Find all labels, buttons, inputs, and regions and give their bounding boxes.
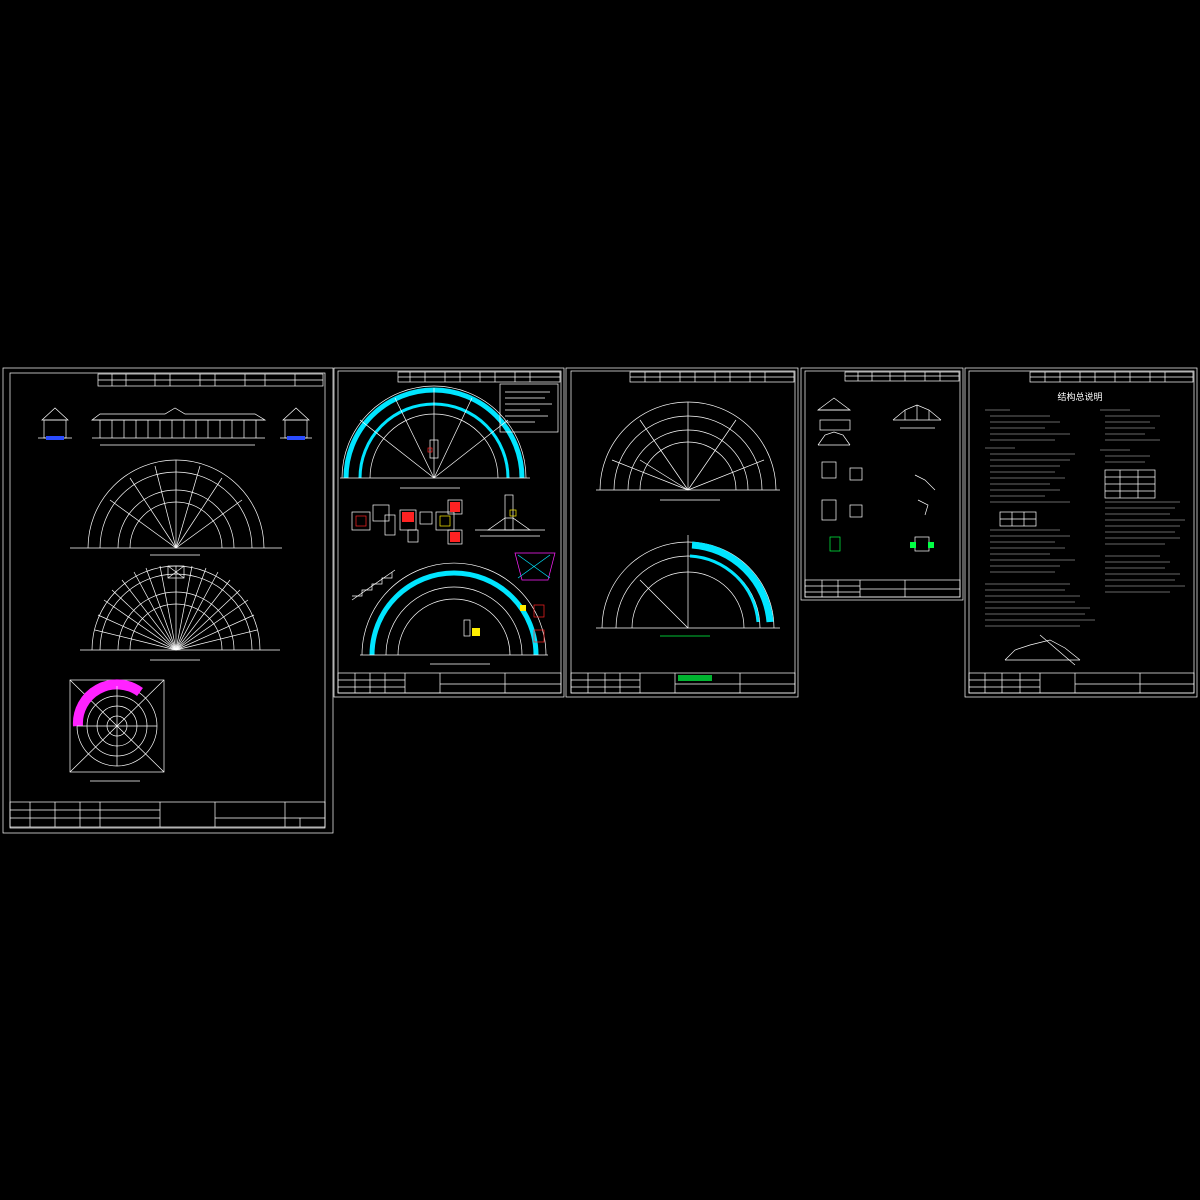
plan-semicircle-1 xyxy=(70,459,282,549)
plan-semicircle-2 xyxy=(80,565,280,651)
sheet-5 xyxy=(964,367,1198,698)
sheet-4 xyxy=(800,367,964,601)
truss-details xyxy=(816,397,942,552)
notes-column-left xyxy=(985,409,1095,627)
layout-plan-bottom xyxy=(596,535,780,629)
detail-square xyxy=(69,679,165,773)
layout-plan-top xyxy=(596,401,780,491)
sheet-3 xyxy=(565,367,799,698)
structural-notes-title: 结构总说明 xyxy=(1057,391,1102,403)
footing-section xyxy=(475,494,545,537)
sheet-2 xyxy=(333,367,565,698)
notes-column-right xyxy=(1100,409,1185,593)
column-details xyxy=(351,499,463,545)
sheet-1 xyxy=(2,367,334,834)
elevation-columns xyxy=(99,420,257,438)
cad-drawing-canvas: 结构总说明 xyxy=(2,367,1198,834)
